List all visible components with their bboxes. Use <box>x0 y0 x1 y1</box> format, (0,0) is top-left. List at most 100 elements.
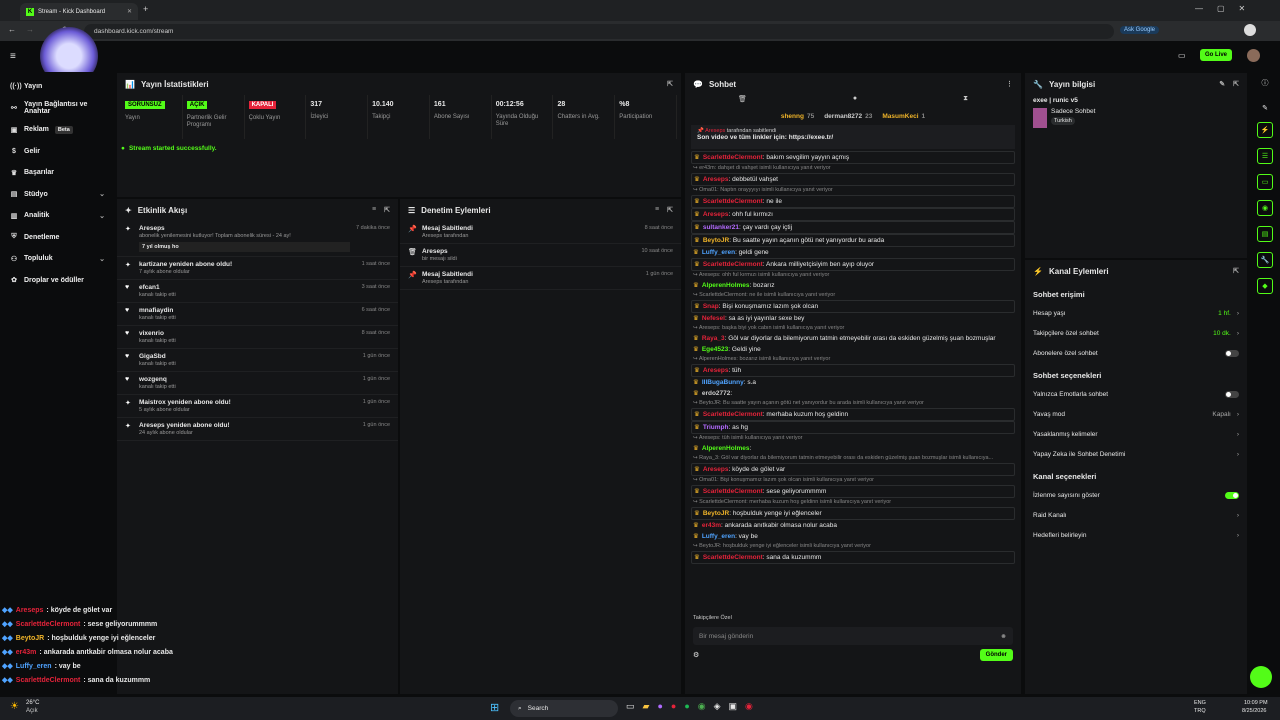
chat-message[interactable]: ♛ ScarlettdeClermont: bakım sevgilim yayy… <box>691 151 1015 164</box>
more-icon[interactable]: ⋮ <box>1006 80 1013 88</box>
setting-row[interactable]: Yavaş mod Kapalı › <box>1025 404 1247 424</box>
close-tab-icon[interactable]: ✕ <box>127 8 132 15</box>
window-icon[interactable]: ▭ <box>626 701 635 712</box>
popout-icon[interactable]: ⇱ <box>667 80 673 88</box>
chat-username[interactable]: ScarlettdeClermont <box>703 198 763 205</box>
chat-message[interactable]: ♛ BeytoJR: Bu saatte yayın açanın götü ne… <box>691 234 1015 247</box>
stream-rail-icon[interactable]: ◉ <box>1257 200 1273 216</box>
steam-icon[interactable]: ◈ <box>714 701 721 712</box>
chat-username[interactable]: ScarlettdeClermont <box>703 261 763 268</box>
pencil-icon[interactable]: ✎ <box>1250 104 1280 112</box>
chat-message[interactable]: ♛ Areseps: debbetül vahşet <box>691 173 1015 186</box>
chat-username[interactable]: Areseps <box>703 176 729 183</box>
setting-row[interactable]: Abonelere özel sohbet <box>1025 343 1247 363</box>
setting-row[interactable]: Takipçilere özel sohbet 10 dk. › <box>1025 323 1247 343</box>
chat-message[interactable]: ♛ Areseps: ohh ful kırmızı <box>691 208 1015 221</box>
send-button[interactable]: Gönder <box>979 649 1013 661</box>
setting-row[interactable]: Raid Kanalı › <box>1025 505 1247 525</box>
list-rail-icon[interactable]: ☰ <box>1257 148 1273 164</box>
sidebar-item-2[interactable]: ▣ Reklam Beta <box>0 119 115 141</box>
discord-icon[interactable]: ● <box>657 701 662 712</box>
chat-message[interactable]: ♛ erdo2772: <box>685 388 1021 399</box>
app-icon[interactable]: ● <box>671 701 676 712</box>
back-icon[interactable]: ← <box>8 25 16 34</box>
info-icon[interactable]: ⓘ <box>1250 78 1280 88</box>
chat-message[interactable]: ♛ Raya_3: Göl var diyorlar da bilemiyorum… <box>685 333 1021 344</box>
setting-row[interactable]: Yalnızca Emotlarla sohbet <box>1025 384 1247 404</box>
bolt-rail-icon[interactable]: ⚡ <box>1257 122 1273 138</box>
chat-message[interactable]: ♛ IIlBugaBunny: s.a <box>685 377 1021 388</box>
chat-username[interactable]: Triumph <box>703 424 729 431</box>
edit-icon[interactable]: ✎ <box>1219 80 1225 88</box>
sidebar-item-4[interactable]: ♛ Başarılar <box>0 162 115 184</box>
forward-icon[interactable]: → <box>26 25 34 34</box>
chat-message[interactable]: ♛ ScarlettdeClermont: sana da kuzummm <box>691 551 1015 564</box>
chat-message[interactable]: ♛ Ege4523: Geldi yine <box>685 344 1021 355</box>
timer-icon[interactable]: ⧗ <box>963 95 968 109</box>
sidebar-item-7[interactable]: ⛨ Denetleme <box>0 227 115 249</box>
chat-username[interactable]: Snap <box>703 303 719 310</box>
chat-username[interactable]: erdo2772 <box>702 390 731 397</box>
chat-message[interactable]: ♛ Triumph: as hg <box>691 421 1015 434</box>
address-bar[interactable]: dashboard.kick.com/stream <box>84 24 1114 39</box>
new-tab-icon[interactable]: + <box>143 4 148 14</box>
sidebar-item-6[interactable]: ▥ Analitik ⌄ <box>0 205 115 227</box>
chat-username[interactable]: AlperenHolmes <box>702 282 750 289</box>
setting-row[interactable]: Hesap yaşı 1 hf. › <box>1025 303 1247 323</box>
chat-message[interactable]: ♛ Snap: Bişi konuşmamız lazım şok olcan <box>691 300 1015 313</box>
chat-message[interactable]: ♛ Luffy_eren: geldi gene <box>685 247 1021 258</box>
filter-icon[interactable]: ≡ <box>655 206 659 214</box>
top-chatter[interactable]: MasumKeci 1 <box>882 113 925 120</box>
chat-username[interactable]: BeytoJR <box>703 237 729 244</box>
support-chat-button[interactable] <box>1250 666 1272 688</box>
chat-message[interactable]: ♛ AlperenHolmes: bozarız <box>685 280 1021 291</box>
window-controls[interactable]: —▢✕ <box>1195 4 1259 13</box>
clock-date[interactable]: 8/25/2026 <box>1242 708 1266 714</box>
sidebar-item-9[interactable]: ✿ Droplar ve ödüller <box>0 270 115 292</box>
chat-bubble-icon[interactable]: ● <box>853 95 857 109</box>
setting-row[interactable]: Yapay Zeka ile Sohbet Denetimi › <box>1025 444 1247 464</box>
chat-message[interactable]: ♛ Areseps: tüh <box>691 364 1015 377</box>
sidebar-item-0[interactable]: ((·)) Yayın <box>0 76 115 98</box>
chat-username[interactable]: sultanker21 <box>703 224 739 231</box>
chat-message[interactable]: ♛ sultanker21: çay vardı çay içtij <box>691 221 1015 234</box>
chat-message[interactable]: ♛ Luffy_eren: vay be <box>685 531 1021 542</box>
sidebar-item-3[interactable]: $ Gelir <box>0 141 115 163</box>
chat-username[interactable]: BeytoJR <box>703 510 729 517</box>
taskbar-search[interactable]: ⌕ Search <box>510 700 618 717</box>
chat-message[interactable]: ♛ ScarlettdeClermont: Ankara milliyetçisi… <box>691 258 1015 271</box>
chat-username[interactable]: Areseps <box>703 367 729 374</box>
windows-start-icon[interactable]: ⊞ <box>490 701 499 714</box>
setting-row[interactable]: İzlenme sayısını göster <box>1025 485 1247 505</box>
chat-username[interactable]: ScarlettdeClermont <box>703 154 763 161</box>
trash-icon[interactable]: 🗑 <box>738 95 747 109</box>
chat-message[interactable]: ♛ Nefesel: sa as iyi yayınlar sexe bey <box>685 313 1021 324</box>
chat-username[interactable]: AlperenHolmes <box>702 445 750 452</box>
menu-icon[interactable]: ≡ <box>10 51 16 62</box>
chat-username[interactable]: Areseps <box>703 466 729 473</box>
chrome-icon[interactable]: ◉ <box>698 701 706 712</box>
popout-icon[interactable]: ⇱ <box>667 206 673 214</box>
toggle-switch[interactable] <box>1225 491 1239 499</box>
sidebar-item-1[interactable]: ⚯ Yayın Bağlantısı ve Anahtar <box>0 98 115 120</box>
toggle-switch[interactable] <box>1225 349 1239 357</box>
chat-username[interactable]: ScarlettdeClermont <box>703 411 763 418</box>
chat-username[interactable]: Nefesel <box>702 315 725 322</box>
ask-google-button[interactable]: Ask Google <box>1120 26 1160 34</box>
chat-message[interactable]: ♛ ScarlettdeClermont: sese geliyorummmm <box>691 485 1015 498</box>
chat-message[interactable]: ♛ ScarlettdeClermont: ne ile <box>691 195 1015 208</box>
chat-rail-icon[interactable]: ▭ <box>1257 174 1273 190</box>
chat-username[interactable]: ScarlettdeClermont <box>703 554 763 561</box>
chat-message[interactable]: ♛ BeytoJR: hoşbulduk yenge iyi eğlenceler <box>691 507 1015 520</box>
tv-rail-icon[interactable]: ▤ <box>1257 226 1273 242</box>
clock-time[interactable]: 10:09 PM <box>1244 700 1268 706</box>
settings-icon[interactable]: ⚙ <box>693 651 699 659</box>
chat-input[interactable]: Bir mesaj gönderin ☻ <box>693 627 1013 645</box>
popout-icon[interactable]: ⇱ <box>384 206 390 214</box>
lang-secondary[interactable]: TRQ <box>1194 708 1206 714</box>
folder-icon[interactable]: ▰ <box>643 701 650 712</box>
sidebar-item-5[interactable]: ▤ Stüdyo ⌄ <box>0 184 115 206</box>
chat-username[interactable]: Raya_3 <box>702 335 725 342</box>
setting-row[interactable]: Hedefleri belirleyin › <box>1025 525 1247 545</box>
chat-username[interactable]: er43m <box>702 522 721 529</box>
